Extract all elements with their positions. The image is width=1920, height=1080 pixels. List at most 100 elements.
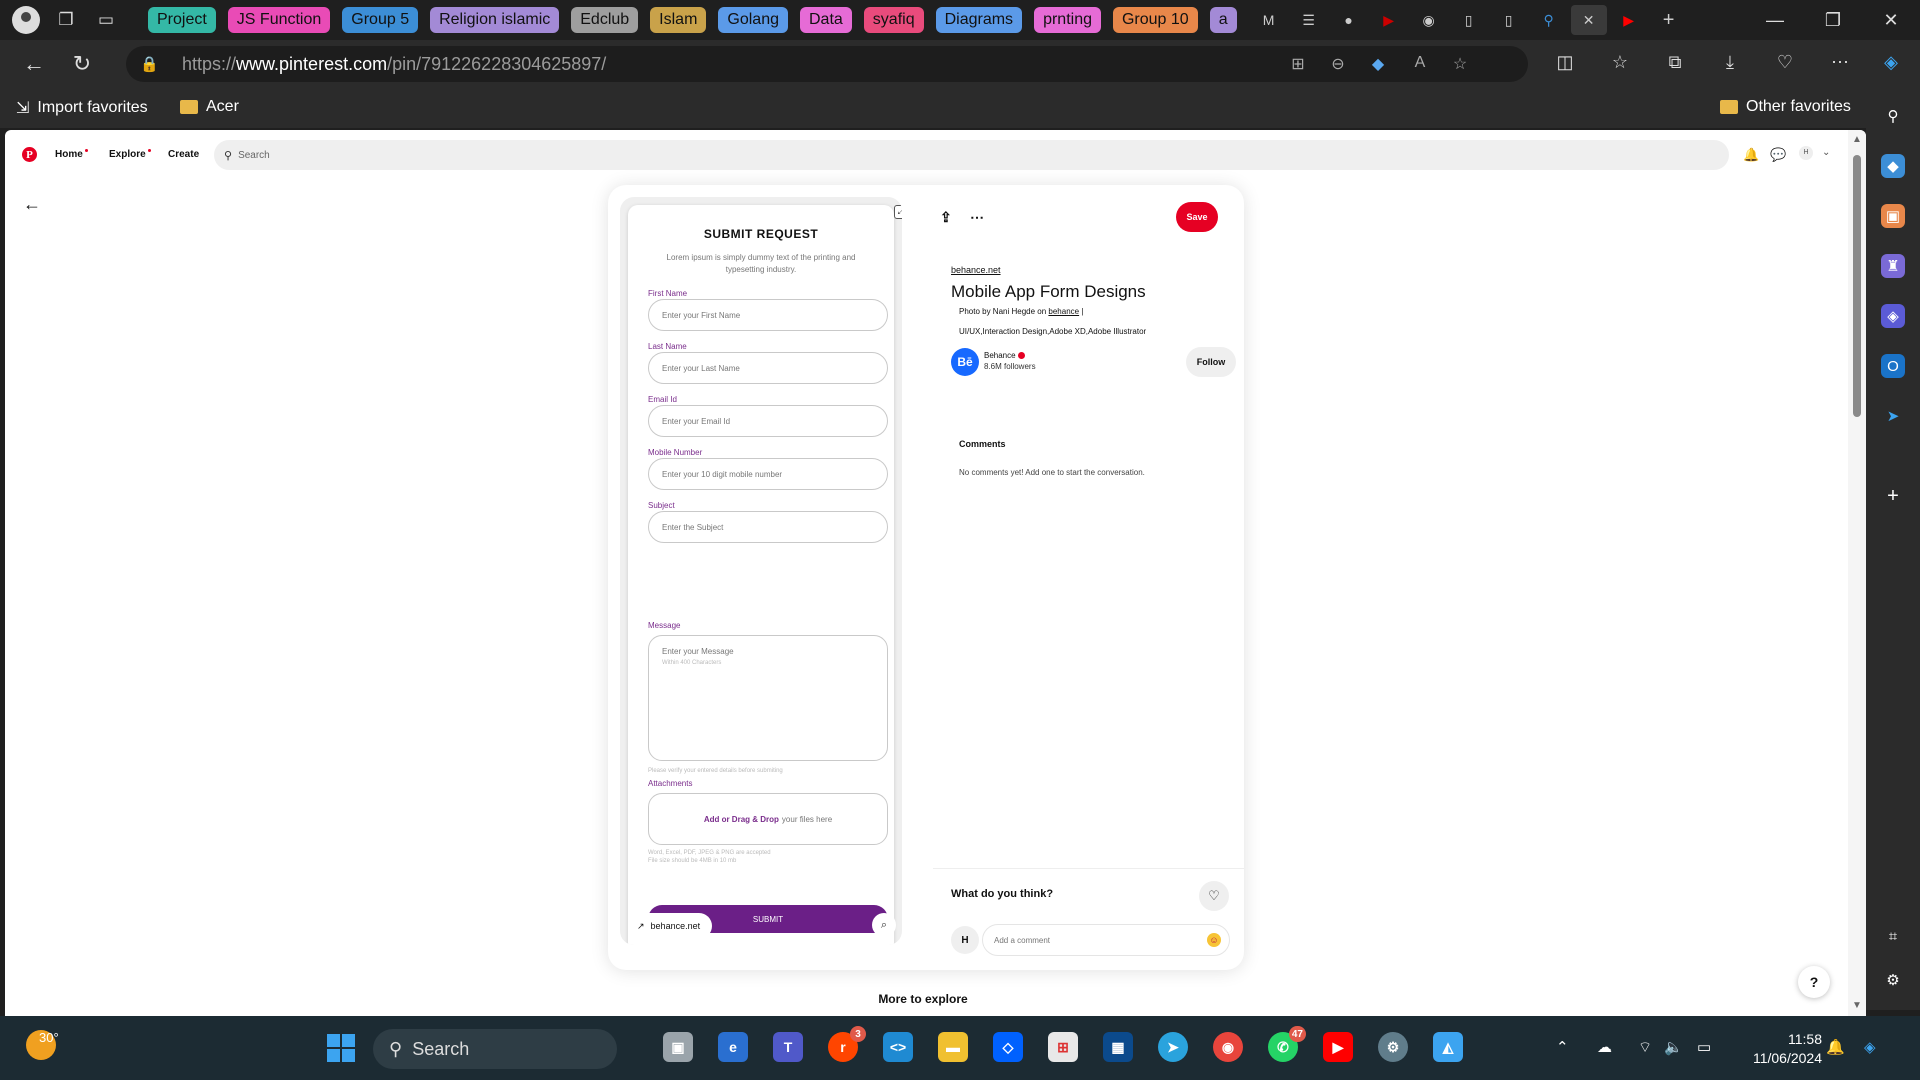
tab-group-chip[interactable]: Group 10: [1112, 7, 1198, 33]
add-comment-input[interactable]: Add a comment ☺: [982, 924, 1230, 956]
chrome-icon[interactable]: ◉: [1213, 1032, 1243, 1062]
pinterest-logo-icon[interactable]: P: [22, 147, 37, 162]
page-scrollbar[interactable]: ▲ ▼: [1848, 130, 1866, 1016]
tab-group-chip[interactable]: Islam: [650, 7, 707, 33]
edge-icon[interactable]: e: [718, 1032, 748, 1062]
vertical-tabs-icon[interactable]: ▭: [86, 0, 126, 40]
nav-home[interactable]: Home: [55, 149, 88, 160]
volume-icon[interactable]: 🔈: [1664, 1038, 1683, 1056]
favorites-icon[interactable]: ☆: [1605, 52, 1635, 76]
nav-create[interactable]: Create: [168, 149, 199, 160]
import-favorites[interactable]: ⇲ Import favorites: [16, 98, 148, 118]
follow-button[interactable]: Follow: [1186, 347, 1236, 377]
user-avatar[interactable]: H: [1799, 146, 1813, 160]
restore-icon[interactable]: ❐: [1804, 0, 1862, 40]
tab-group-chip[interactable]: syafiq: [863, 7, 924, 33]
pinterest-search-input[interactable]: ⚲ Search: [214, 140, 1729, 170]
coupon-tag-icon[interactable]: ◆: [1366, 54, 1390, 74]
address-bar[interactable]: 🔒 https://www.pinterest.com/pin/79122622…: [126, 46, 1528, 82]
split-screen-icon[interactable]: ◫: [1550, 52, 1580, 76]
notifications-bell-icon[interactable]: 🔔: [1743, 147, 1759, 163]
visual-search-lens-icon[interactable]: ⌕: [872, 913, 896, 937]
tab-group-chip[interactable]: JS Function: [227, 7, 331, 33]
account-chevron-down-icon[interactable]: ⌄: [1822, 147, 1830, 158]
workspaces-icon[interactable]: ❐: [46, 0, 86, 40]
clock[interactable]: 11:58 11/06/2024: [1740, 1030, 1822, 1068]
other-favorites[interactable]: Other favorites: [1720, 98, 1851, 116]
tab-search-icon[interactable]: ⚲: [1531, 5, 1567, 35]
reddit-icon[interactable]: r3: [828, 1026, 866, 1062]
sidebar-copilot-icon[interactable]: ◈: [1881, 304, 1905, 328]
tab-group-chip[interactable]: Data: [800, 7, 852, 33]
creator-avatar[interactable]: Bē: [951, 348, 979, 376]
dropbox-icon[interactable]: ◇: [993, 1032, 1023, 1062]
creator-name[interactable]: Behance: [984, 351, 1025, 360]
wifi-icon[interactable]: ⌔: [1638, 1038, 1652, 1057]
tab-youtube-icon[interactable]: ▶: [1371, 5, 1407, 35]
sidebar-search-icon[interactable]: ⚲: [1881, 104, 1905, 128]
favorite-star-icon[interactable]: ☆: [1448, 54, 1472, 74]
read-aloud-icon[interactable]: A: [1408, 54, 1432, 74]
photos-icon[interactable]: ◭: [1433, 1032, 1463, 1062]
sidebar-tools-icon[interactable]: ▣: [1881, 204, 1905, 228]
react-heart-icon[interactable]: ♡: [1199, 881, 1229, 911]
help-button[interactable]: ?: [1798, 966, 1830, 998]
microsoft-store-icon[interactable]: ⊞: [1048, 1032, 1078, 1062]
tab-group-chip[interactable]: prnting: [1034, 7, 1101, 33]
vscode-icon[interactable]: <>: [883, 1032, 913, 1062]
pin-image[interactable]: SUBMIT REQUEST Lorem ipsum is simply dum…: [620, 197, 902, 945]
whatsapp-icon[interactable]: ✆ 47: [1268, 1026, 1306, 1062]
file-explorer-icon[interactable]: ▬: [938, 1032, 968, 1062]
expand-image-icon[interactable]: ⤢: [894, 205, 902, 219]
emoji-picker-icon[interactable]: ☺: [1207, 933, 1221, 947]
collections-icon[interactable]: ⧉: [1660, 52, 1690, 76]
tab-youtube-icon-2[interactable]: ▶: [1611, 5, 1647, 35]
share-icon[interactable]: ⇪: [940, 209, 952, 226]
battery-icon[interactable]: ▭: [1697, 1038, 1711, 1056]
more-options-icon[interactable]: ⋯: [970, 209, 984, 226]
tab-notification-icon[interactable]: ◉: [1411, 5, 1447, 35]
tab-group-chip[interactable]: Religion islamic: [430, 7, 560, 33]
tab-group-chip[interactable]: Edclub: [571, 7, 639, 33]
app-dark-blue-icon[interactable]: ▦: [1103, 1032, 1133, 1062]
pin-domain-link[interactable]: behance.net: [951, 265, 1001, 275]
sidebar-settings-icon[interactable]: ⚙: [1881, 968, 1905, 992]
browser-essentials-icon[interactable]: ♡: [1770, 52, 1800, 76]
copilot-icon[interactable]: ◈: [1876, 52, 1906, 76]
app-available-icon[interactable]: ⊞: [1286, 54, 1310, 74]
youtube-icon[interactable]: ▶: [1323, 1032, 1353, 1062]
new-tab-icon[interactable]: +: [1651, 5, 1687, 35]
teams-icon[interactable]: T: [773, 1032, 803, 1062]
notification-bell-icon[interactable]: 🔔: [1826, 1038, 1845, 1056]
tab-active-close-icon[interactable]: ✕: [1570, 5, 1607, 35]
taskbar-search[interactable]: ⚲ Search: [373, 1029, 617, 1069]
tab-medium-icon[interactable]: M: [1251, 5, 1287, 35]
favorite-folder-acer[interactable]: Acer: [180, 98, 239, 116]
refresh-icon[interactable]: ↻: [58, 44, 106, 84]
sidebar-games-icon[interactable]: ♜: [1881, 254, 1905, 278]
scroll-down-arrow-icon[interactable]: ▼: [1852, 1000, 1862, 1011]
tab-list-icon[interactable]: ☰: [1291, 5, 1327, 35]
downloads-icon[interactable]: ⤓: [1715, 52, 1745, 76]
tab-page-icon[interactable]: ▯: [1451, 5, 1487, 35]
sidebar-outlook-icon[interactable]: O: [1881, 354, 1905, 378]
close-window-icon[interactable]: ✕: [1862, 0, 1920, 40]
zoom-out-icon[interactable]: ⊖: [1326, 54, 1350, 74]
sidebar-screenshot-icon[interactable]: ⌗: [1881, 924, 1905, 948]
scrollbar-thumb[interactable]: [1853, 155, 1861, 417]
sidebar-add-icon[interactable]: +: [1881, 484, 1905, 508]
source-link-chip[interactable]: ↗ behance.net: [629, 913, 713, 939]
tab-group-chip[interactable]: Project: [148, 7, 216, 33]
settings-more-icon[interactable]: ⋯: [1825, 52, 1855, 76]
settings-gear-icon[interactable]: ⚙: [1378, 1032, 1408, 1062]
sidebar-shopping-icon[interactable]: ◆: [1881, 154, 1905, 178]
sidebar-telegram-icon[interactable]: ➤: [1881, 404, 1905, 428]
tab-group-chip[interactable]: Group 5: [342, 7, 419, 33]
tray-overflow-chevron-up-icon[interactable]: ⌃: [1556, 1038, 1569, 1056]
start-button[interactable]: [327, 1034, 355, 1062]
back-icon[interactable]: ←: [10, 44, 58, 84]
copilot-taskbar-icon[interactable]: ◈: [1864, 1038, 1876, 1056]
tab-page-icon-2[interactable]: ▯: [1491, 5, 1527, 35]
tab-group-chip[interactable]: Diagrams: [935, 7, 1023, 33]
lock-icon[interactable]: 🔒: [140, 55, 170, 73]
